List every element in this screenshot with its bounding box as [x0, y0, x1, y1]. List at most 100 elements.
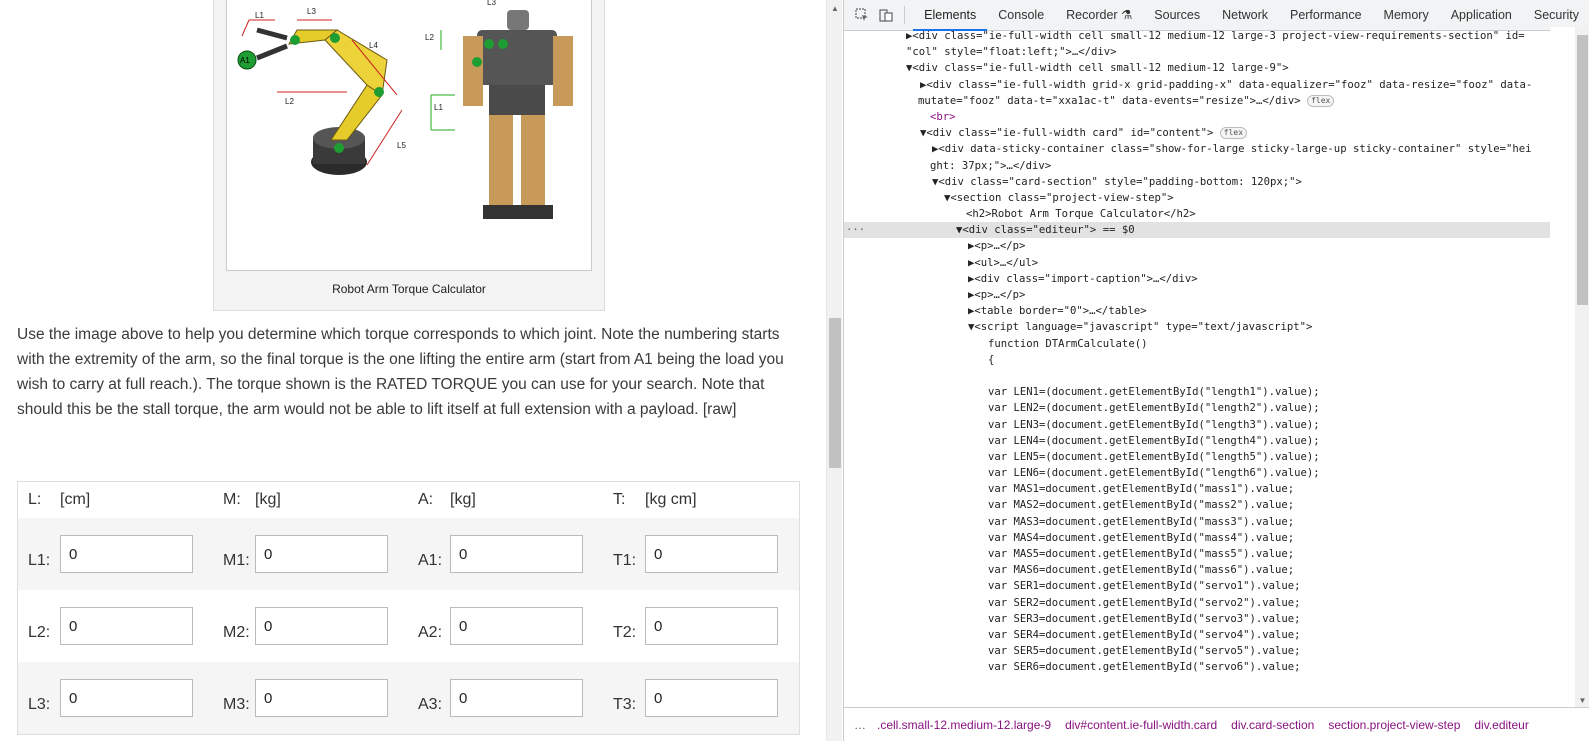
dom-tree-scrollbar-thumb[interactable]: [1577, 35, 1588, 305]
mass3-label: M3:: [223, 696, 250, 713]
torque2-output[interactable]: [645, 607, 778, 645]
breadcrumb-overflow[interactable]: …: [844, 718, 870, 732]
breadcrumb: … .cell.small-12.medium-12.large-9 div#c…: [844, 707, 1589, 741]
inspect-icon[interactable]: [852, 4, 872, 26]
torque-calculator-table: L: [cm] M: [kg] A: [kg] T: [kg cm] L1: M1: A…: [17, 481, 800, 735]
actuator3-label: A3:: [418, 696, 443, 713]
dom-node-line[interactable]: ▶<table border="0">…</table>: [844, 303, 1550, 319]
page-scrollbar[interactable]: ▲: [826, 0, 842, 741]
dom-node-text: ▶<div class="ie-full-width grid-x grid-p…: [920, 78, 1533, 91]
length2-input[interactable]: [60, 607, 193, 645]
actuator1-label: A1:: [418, 552, 443, 569]
breadcrumb-item[interactable]: div.editeur: [1467, 718, 1535, 732]
script-line: var LEN1=(document.getElementById("lengt…: [988, 386, 1320, 399]
breadcrumb-item[interactable]: .cell.small-12.medium-12.large-9: [870, 718, 1058, 732]
breadcrumb-item[interactable]: div#content.ie-full-width.card: [1058, 718, 1224, 732]
figure-caption: Robot Arm Torque Calculator: [332, 282, 486, 296]
dom-node-line[interactable]: ▶<div class="ie-full-width grid-x grid-p…: [844, 77, 1550, 93]
dom-node-line[interactable]: mutate="fooz" data-t="xxa1ac-t" data-eve…: [844, 93, 1550, 109]
script-line: var LEN5=(document.getElementById("lengt…: [988, 450, 1320, 463]
torque1-output[interactable]: [645, 535, 778, 573]
dom-node-line[interactable]: ▼<div class="ie-full-width card" id="con…: [844, 125, 1550, 141]
script-line: var MAS4=document.getElementById("mass4"…: [988, 531, 1295, 544]
length1-label: L1:: [28, 552, 51, 569]
figure-label-a1: A1: [240, 56, 250, 65]
mass1-label: M1:: [223, 552, 250, 569]
page-content: L1 L3 L4 L2 L5 A1 L3 L2 L1 Robot Arm Tor…: [0, 0, 828, 741]
tab-console[interactable]: Console: [987, 0, 1055, 31]
header-torque-unit: [kg cm]: [645, 491, 697, 508]
dom-node-line[interactable]: ▶<p>…</p>: [844, 287, 1550, 303]
dom-node-line[interactable]: ▶<div class="ie-full-width cell small-12…: [844, 28, 1550, 44]
script-line: var SER5=document.getElementById("servo5…: [988, 645, 1301, 658]
length1-input[interactable]: [60, 535, 193, 573]
scroll-up-arrow-icon[interactable]: ▲: [827, 2, 843, 16]
dom-node-line[interactable]: ▼<div class="card-section" style="paddin…: [844, 174, 1550, 190]
script-line: var SER3=document.getElementById("servo3…: [988, 612, 1301, 625]
humanoid-robot-drawing: [430, 10, 573, 219]
flex-badge[interactable]: flex: [1307, 94, 1335, 107]
actuator3-input[interactable]: [450, 679, 583, 717]
dom-node-line[interactable]: "col" style="float:left;">…</div>: [844, 44, 1550, 60]
header-torque-label: T:: [613, 491, 626, 508]
header-actuator-label: A:: [418, 491, 434, 508]
figure-label-l3-humanoid: L3: [487, 0, 496, 7]
mass1-input[interactable]: [255, 535, 388, 573]
dom-node-line[interactable]: <h2>Robot Arm Torque Calculator</h2>: [844, 206, 1550, 222]
actuator2-input[interactable]: [450, 607, 583, 645]
flex-badge[interactable]: flex: [1219, 127, 1248, 140]
breadcrumb-item[interactable]: section.project-view-step: [1321, 718, 1467, 732]
tab-application[interactable]: Application: [1440, 0, 1523, 31]
script-line: var LEN2=(document.getElementById("lengt…: [988, 402, 1320, 415]
mass2-input[interactable]: [255, 607, 388, 645]
dom-node-line[interactable]: ▼<div class="ie-full-width cell small-12…: [844, 60, 1550, 76]
dom-node-line[interactable]: ▶<div data-sticky-container class="show-…: [844, 141, 1550, 157]
length3-label: L3:: [28, 696, 51, 713]
script-line: var MAS3=document.getElementById("mass3"…: [988, 515, 1295, 528]
script-line: var SER6=document.getElementById("servo6…: [988, 661, 1301, 674]
script-line: function DTArmCalculate(): [988, 337, 1148, 350]
robot-arm-figure: L1 L3 L4 L2 L5 A1 L3 L2 L1: [226, 0, 592, 271]
actuator2-label: A2:: [418, 624, 443, 641]
tab-security[interactable]: Security: [1523, 0, 1589, 31]
dom-node-line-selected[interactable]: ··· ▼<div class="editeur"> == $0: [844, 222, 1550, 239]
tab-memory[interactable]: Memory: [1373, 0, 1440, 31]
torque3-output[interactable]: [645, 679, 778, 717]
mass2-label: M2:: [223, 624, 250, 641]
page-scrollbar-thumb[interactable]: [829, 318, 841, 468]
header-mass-label: M:: [223, 491, 241, 508]
figure-label-l4: L4: [369, 41, 378, 50]
tab-sources[interactable]: Sources: [1143, 0, 1211, 31]
figure-label-l1: L1: [255, 11, 264, 20]
actuator1-input[interactable]: [450, 535, 583, 573]
device-toggle-icon[interactable]: [876, 4, 896, 26]
dom-node-line[interactable]: ▶<div class="import-caption">…</div>: [844, 271, 1550, 287]
scroll-down-arrow-icon[interactable]: ▼: [1575, 696, 1589, 705]
header-length-label: L:: [28, 491, 42, 508]
dom-tree-scrollbar[interactable]: ▼: [1550, 27, 1589, 707]
dom-node-line[interactable]: ▶<p>…</p>: [844, 238, 1550, 254]
torque2-label: T2:: [613, 624, 637, 641]
tab-elements[interactable]: Elements: [913, 0, 988, 31]
dom-node-line[interactable]: ▶<ul>…</ul>: [844, 255, 1550, 271]
mass3-input[interactable]: [255, 679, 388, 717]
breadcrumb-item[interactable]: div.card-section: [1224, 718, 1321, 732]
calculator-row-1: L1: M1: A1: T1:: [18, 518, 799, 590]
figure-box: L1 L3 L4 L2 L5 A1 L3 L2 L1 Robot Arm Tor…: [213, 0, 605, 311]
tab-recorder[interactable]: Recorder ⚗: [1055, 0, 1143, 31]
dom-node-line[interactable]: <br>: [844, 109, 1550, 125]
length3-input[interactable]: [60, 679, 193, 717]
tab-recorder-label: Recorder: [1066, 7, 1118, 22]
more-options-icon[interactable]: ···: [846, 222, 865, 238]
script-line: var MAS1=document.getElementById("mass1"…: [988, 483, 1295, 496]
dom-node-line[interactable]: ght: 37px;">…</div>: [844, 158, 1550, 174]
dom-node-line[interactable]: ▼<script language="javascript" type="tex…: [844, 319, 1550, 335]
figure-label-l2-humanoid: L2: [425, 33, 434, 42]
tab-performance[interactable]: Performance: [1279, 0, 1373, 31]
header-mass-unit: [kg]: [255, 491, 281, 508]
script-line: var SER4=document.getElementById("servo4…: [988, 628, 1301, 641]
intro-paragraph: Use the image above to help you determin…: [17, 326, 784, 418]
dom-node-line[interactable]: ▼<section class="project-view-step">: [844, 190, 1550, 206]
tab-network[interactable]: Network: [1211, 0, 1279, 31]
header-actuator-unit: [kg]: [450, 491, 476, 508]
